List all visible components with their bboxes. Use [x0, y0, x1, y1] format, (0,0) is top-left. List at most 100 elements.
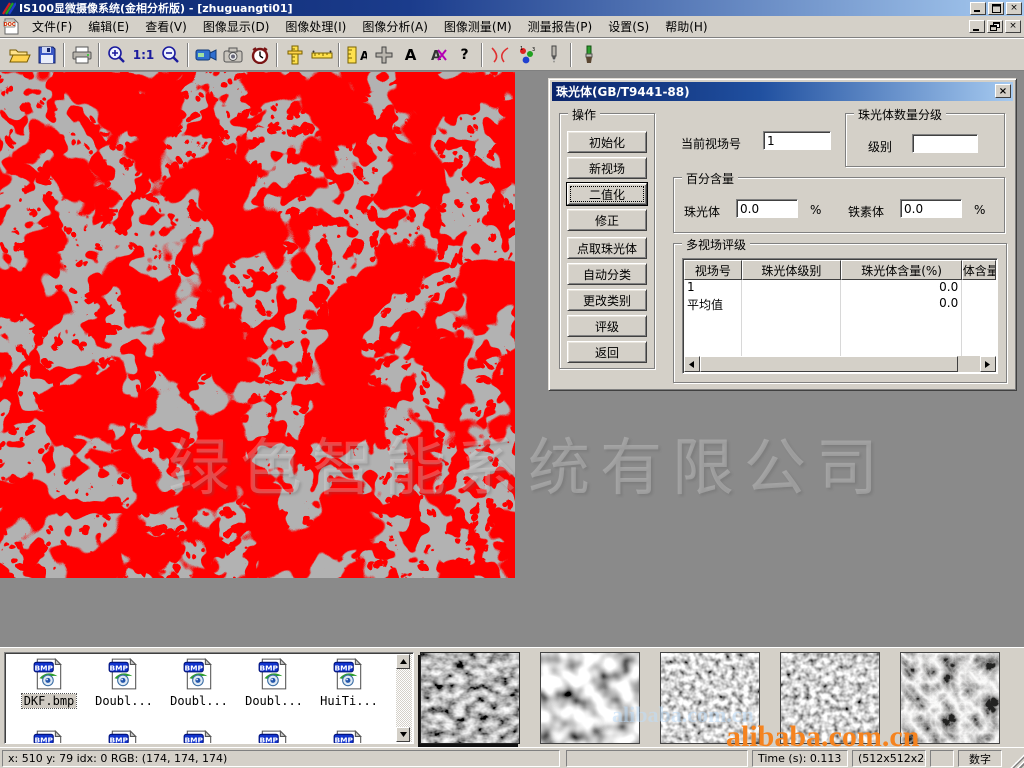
- menu-settings[interactable]: 设置(S): [600, 16, 657, 37]
- timer-button[interactable]: [246, 41, 273, 68]
- video-capture-button[interactable]: [192, 41, 219, 68]
- zoom-in-button[interactable]: [103, 41, 130, 68]
- menu-measure-report[interactable]: 测量报告(P): [520, 16, 601, 37]
- file-item[interactable]: Doubl...: [88, 657, 160, 708]
- pearlite-percent-input[interactable]: [736, 199, 798, 218]
- col-ferrite-content[interactable]: 铁素体含量(%): [962, 260, 996, 280]
- menu-view[interactable]: 查看(V): [137, 16, 195, 37]
- status-panel-empty: [930, 750, 954, 767]
- brush-tool-button[interactable]: [575, 41, 602, 68]
- pick-pearlite-button[interactable]: 点取珠光体: [567, 237, 647, 259]
- file-name[interactable]: Doubl...: [168, 694, 230, 708]
- resize-grip[interactable]: [1010, 754, 1024, 768]
- scroll-thumb[interactable]: [700, 356, 958, 372]
- dialog-title-bar[interactable]: 珠光体(GB/T9441-88) ×: [552, 82, 1013, 101]
- table-cell[interactable]: [742, 280, 840, 296]
- table-cell[interactable]: [742, 296, 840, 312]
- thumbnail-2[interactable]: [540, 652, 640, 744]
- file-item[interactable]: [88, 729, 160, 744]
- col-pearlite-grade[interactable]: 珠光体级别: [742, 260, 841, 280]
- mdi-restore-icon[interactable]: [987, 20, 1003, 33]
- correct-button[interactable]: 修正: [567, 209, 647, 231]
- pearlite-label: 珠光体: [684, 203, 720, 220]
- open-file-button[interactable]: [6, 41, 33, 68]
- table-cell[interactable]: [962, 296, 996, 312]
- file-item[interactable]: DKF.bmp: [13, 657, 85, 708]
- ferrite-percent-input[interactable]: [900, 199, 962, 218]
- file-item[interactable]: [238, 729, 310, 744]
- move-button[interactable]: [370, 41, 397, 68]
- thumbnail-1[interactable]: [420, 652, 520, 744]
- zoom-1-1-button[interactable]: 1:1: [130, 41, 157, 68]
- count-points-button[interactable]: 13: [513, 41, 540, 68]
- scroll-left-icon[interactable]: [684, 356, 700, 372]
- file-item[interactable]: Doubl...: [163, 657, 235, 708]
- maximize-icon[interactable]: [988, 2, 1004, 15]
- measure-label-button[interactable]: A: [343, 41, 370, 68]
- help-button[interactable]: ?: [451, 41, 478, 68]
- menu-image-processing[interactable]: 图像处理(I): [277, 16, 354, 37]
- file-item[interactable]: HuiTi...: [313, 657, 385, 708]
- file-item[interactable]: [163, 729, 235, 744]
- scroll-right-icon[interactable]: [980, 356, 996, 372]
- table-hscrollbar[interactable]: [684, 356, 996, 372]
- text-style-button[interactable]: A: [424, 41, 451, 68]
- toolbar-separator: [63, 43, 65, 67]
- col-pearlite-content[interactable]: 珠光体含量(%): [841, 260, 962, 280]
- table-cell[interactable]: 0.0: [841, 280, 961, 296]
- new-field-button[interactable]: 新视场: [567, 157, 647, 179]
- menu-image-analysis[interactable]: 图像分析(A): [354, 16, 436, 37]
- close-icon[interactable]: ×: [1006, 2, 1022, 15]
- scroll-up-icon[interactable]: [396, 654, 410, 669]
- grade-button[interactable]: 评级: [567, 315, 647, 337]
- print-button[interactable]: [68, 41, 95, 68]
- ruler-button[interactable]: [308, 41, 335, 68]
- menu-file[interactable]: 文件(F): [24, 16, 80, 37]
- bmp-file-icon: [107, 729, 141, 744]
- question-mark-icon: ?: [460, 47, 468, 63]
- file-item[interactable]: [313, 729, 385, 744]
- app-logo-icon: [2, 2, 16, 15]
- bmp-file-icon: [32, 657, 66, 691]
- caliper-button[interactable]: [281, 41, 308, 68]
- file-name[interactable]: Doubl...: [93, 694, 155, 708]
- minimize-icon[interactable]: [970, 2, 986, 15]
- current-field-input[interactable]: [763, 131, 831, 150]
- auto-classify-button[interactable]: 自动分类: [567, 263, 647, 285]
- zoom-out-button[interactable]: [157, 41, 184, 68]
- calibration-curve-button[interactable]: [486, 41, 513, 68]
- rgb-count-icon: 13: [518, 46, 536, 64]
- file-item[interactable]: [13, 729, 85, 744]
- table-cell[interactable]: 1: [684, 280, 741, 296]
- file-name[interactable]: DKF.bmp: [22, 694, 77, 708]
- grade-input[interactable]: [912, 134, 978, 153]
- table-cell[interactable]: 平均值: [684, 296, 741, 312]
- document-icon: DOC: [3, 18, 20, 35]
- menu-image-display[interactable]: 图像显示(D): [195, 16, 278, 37]
- mdi-close-icon[interactable]: ×: [1005, 20, 1021, 33]
- table-cell[interactable]: [962, 280, 996, 296]
- change-class-button[interactable]: 更改类别: [567, 289, 647, 311]
- scroll-down-icon[interactable]: [396, 727, 410, 742]
- dialog-close-icon[interactable]: ×: [995, 84, 1011, 98]
- file-name[interactable]: HuiTi...: [318, 694, 380, 708]
- save-button[interactable]: [33, 41, 60, 68]
- return-button[interactable]: 返回: [567, 341, 647, 363]
- text-annotation-button[interactable]: A: [397, 41, 424, 68]
- mdi-minimize-icon[interactable]: [969, 20, 985, 33]
- binarize-button[interactable]: 二值化: [567, 183, 647, 205]
- menu-help[interactable]: 帮助(H): [657, 16, 715, 37]
- pen-tool-button[interactable]: [540, 41, 567, 68]
- rating-table: 视场号 珠光体级别 珠光体含量(%) 铁素体含量(%) 1 平均值 0: [682, 258, 998, 374]
- col-field-no[interactable]: 视场号: [684, 260, 742, 280]
- file-item[interactable]: Doubl...: [238, 657, 310, 708]
- table-col: 1 平均值: [684, 280, 742, 358]
- initialize-button[interactable]: 初始化: [567, 131, 647, 153]
- menu-image-measure[interactable]: 图像测量(M): [436, 16, 520, 37]
- menu-edit[interactable]: 编辑(E): [80, 16, 137, 37]
- table-cell[interactable]: 0.0: [841, 296, 961, 312]
- camera-button[interactable]: [219, 41, 246, 68]
- grading-group: 珠光体数量分级 级别: [845, 113, 1005, 167]
- file-name[interactable]: Doubl...: [243, 694, 305, 708]
- file-list-scrollbar[interactable]: [396, 654, 412, 742]
